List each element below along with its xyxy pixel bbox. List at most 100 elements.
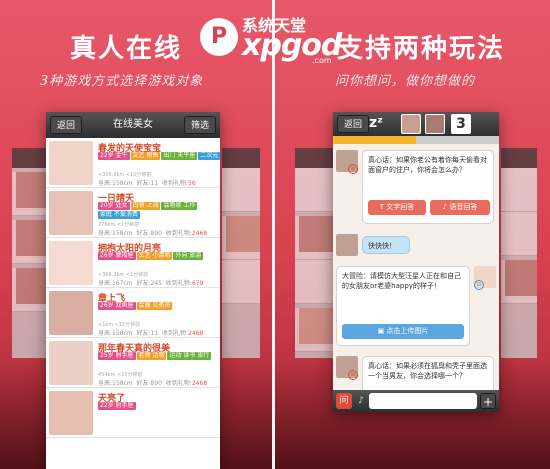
profile-tag: 会唱歌 工作 [161, 202, 198, 210]
profile-tag: 白领 上海 [130, 202, 161, 210]
height-label: 身高: [98, 280, 113, 287]
profile-tags: 20岁 处女 白领 上海 会唱歌 工作家庭 不爱消费 [98, 202, 220, 219]
profile-row[interactable]: 章上飞 26岁 双鱼座 会展 公务员 <1km <15分钟前 身高:158cm 好友:1… [46, 288, 220, 338]
friends-label: 好友: [136, 230, 151, 237]
profile-tag: 老师 话唠 [136, 352, 167, 360]
profile-row[interactable]: 春发的天使宝宝 22岁 金牛 文艺 销售 出门 天平座 二次元 <306.2km <10分… [46, 138, 220, 188]
avatar[interactable] [336, 234, 358, 256]
profile-row[interactable]: 那年春天真的很美 25岁 射手座 老师 话唠 运动 读书 旅行 454km <15分钟前… [46, 338, 220, 388]
profile-tags: 22岁 金牛 文艺 销售 出门 天平座 二次元 [98, 152, 220, 160]
height-label: 身高: [98, 180, 113, 187]
chat-message: ⊘ 真心话：如果必须在狐臭和秃子里面选一个当男友，你会选择哪一个？ [336, 356, 496, 390]
site-logo: P 系统天堂 xpgod .com [200, 8, 350, 66]
profile-row[interactable]: 拥抱太阳的月亮 26岁 摩羯座 文艺 小清新 外向 旅游 <306.2km <1分钟前身… [46, 238, 220, 288]
profile-photo[interactable] [49, 391, 93, 435]
voice-answer-label: 语音回答 [449, 203, 478, 211]
gifts-label: 收到礼物: [165, 230, 192, 237]
dare-icon: ⊙ [474, 280, 484, 290]
truth-question-bubble: 真心话：如果必须在狐臭和秃子里面选一个当男友，你会选择哪一个？ [362, 356, 494, 390]
left-promo-panel: 真人在线 3种游戏方式选择游戏对象 返回 在线美女 筛选 春发的天使宝宝 22岁 … [0, 0, 275, 469]
logo-badge: P [200, 18, 238, 56]
gifts-label: 收到礼物: [161, 330, 188, 337]
profile-photo[interactable] [49, 141, 93, 185]
profile-tags: 25岁 射手座 老师 话唠 运动 读书 旅行 [98, 352, 220, 360]
profile-row[interactable]: 天亮了 22岁 射手座 [46, 388, 220, 438]
list-toolbar: 返回 在线美女 筛选 [46, 112, 220, 138]
chat-screen: 返回 zᶻ 3 ⊘ 真心话：如果你老公有着你每天偷看对面窗户的住户，你将会怎么办… [333, 112, 499, 412]
profile-stats: 身高:158cm 好友:11 收到礼物:2468 [98, 328, 203, 337]
distance-text: 276km <1分钟前 [98, 222, 140, 228]
height-value: 158cm [112, 230, 133, 237]
profile-photo[interactable] [49, 291, 93, 335]
truth-icon: ⊘ [348, 164, 358, 174]
profile-tag: 22岁 射手座 [98, 402, 136, 410]
progress-bar [333, 136, 499, 144]
gifts-label: 收到礼物: [165, 280, 192, 287]
question-button[interactable]: 问 [336, 393, 352, 409]
height-label: 身高: [98, 230, 113, 237]
profile-tag: 26岁 双鱼座 [98, 302, 136, 310]
gifts-value: 56 [188, 180, 196, 187]
chat-message: ⊘ 真心话：如果你老公有着你每天偷看对面窗户的住户，你将会怎么办？ T 文字回答… [336, 150, 496, 224]
profile-tag: 26岁 摩羯座 [98, 252, 136, 260]
height-label: 身高: [98, 330, 113, 337]
profile-row[interactable]: 一日晴天 20岁 处女 白领 上海 会唱歌 工作 家庭 不爱消费 276km <1分钟前身… [46, 188, 220, 238]
height-value: 158cm [112, 180, 133, 187]
right-subline: 问你想问，做你想做的 [335, 74, 476, 89]
question-count-badge: 3 [451, 114, 471, 134]
friends-label: 好友: [136, 280, 151, 287]
upload-photo-button[interactable]: ▣ 点击上传图片 [342, 324, 464, 339]
profile-tag: 家庭 不爱消费 [98, 211, 140, 219]
profile-photo[interactable] [49, 341, 93, 385]
profile-tags: 22岁 射手座 [98, 402, 220, 410]
avatar[interactable] [401, 114, 421, 134]
message-text: 大冒险：请模仿大型汪星人正在和自己的女朋友or老婆happy的样子！ [342, 272, 461, 290]
chat-area: ⊘ 真心话：如果你老公有着你每天偷看对面窗户的住户，你将会怎么办？ T 文字回答… [333, 144, 499, 390]
profile-tag: 20岁 处女 [98, 202, 130, 210]
friends-value: 890 [150, 230, 162, 237]
distance-text: 454km <15分钟前 [98, 372, 143, 378]
background-screen-right [501, 148, 537, 358]
profile-photo[interactable] [49, 191, 93, 235]
background-screen-left [295, 148, 335, 358]
background-screen-right [222, 148, 260, 358]
profile-tag: 文艺 小清新 [136, 252, 173, 260]
distance-text: <306.2km <10分钟前 [98, 172, 152, 178]
background-screen-left [12, 148, 50, 358]
friends-value: 245 [150, 280, 162, 287]
back-button[interactable]: 返回 [337, 115, 370, 133]
chat-message: 快快快！ [336, 234, 496, 258]
distance-text: <306.2km <1分钟前 [98, 272, 149, 278]
profile-tags: 26岁 双鱼座 会展 公务员 [98, 302, 220, 310]
text-answer-button[interactable]: T 文字回答 [368, 200, 426, 215]
avatar[interactable] [425, 114, 445, 134]
add-button[interactable]: + [480, 393, 496, 409]
profile-tag: 25岁 射手座 [98, 352, 136, 360]
gifts-label: 收到礼物: [165, 380, 192, 387]
profile-tag: 运动 读书 旅行 [167, 352, 212, 360]
friends-label: 好友: [136, 380, 151, 387]
progress-fill [333, 136, 416, 144]
sleep-icon: zᶻ [369, 115, 383, 131]
height-value: 167cm [112, 280, 133, 287]
profile-photo[interactable] [49, 241, 93, 285]
profile-tag: 出门 天平座 [161, 152, 198, 160]
profile-tag: 二次元 [198, 152, 220, 160]
promo-stage: 真人在线 3种游戏方式选择游戏对象 返回 在线美女 筛选 春发的天使宝宝 22岁 … [0, 0, 550, 469]
profile-stats: 身高:158cm 好友:890 收到礼物:2468 [98, 228, 207, 237]
left-headline: 真人在线 [70, 34, 183, 64]
text-answer-label: 文字回答 [386, 203, 415, 211]
filter-button[interactable]: 筛选 [183, 116, 216, 134]
height-value: 158cm [112, 380, 133, 387]
height-label: 身高: [98, 380, 113, 387]
voice-answer-button[interactable]: ♪ 语音回答 [430, 200, 490, 215]
message-input[interactable] [369, 393, 477, 409]
gifts-label: 收到礼物: [161, 180, 188, 187]
friends-value: 11 [150, 330, 159, 337]
friends-value: 11 [150, 180, 159, 187]
reply-bubble: 快快快！ [362, 236, 410, 254]
microphone-icon[interactable]: ♪ [355, 393, 367, 409]
right-headline: 支持两种玩法 [337, 34, 506, 64]
profile-stats: 身高:167cm 好友:245 收到礼物:679 [98, 278, 203, 287]
gifts-value: 2468 [191, 230, 208, 237]
